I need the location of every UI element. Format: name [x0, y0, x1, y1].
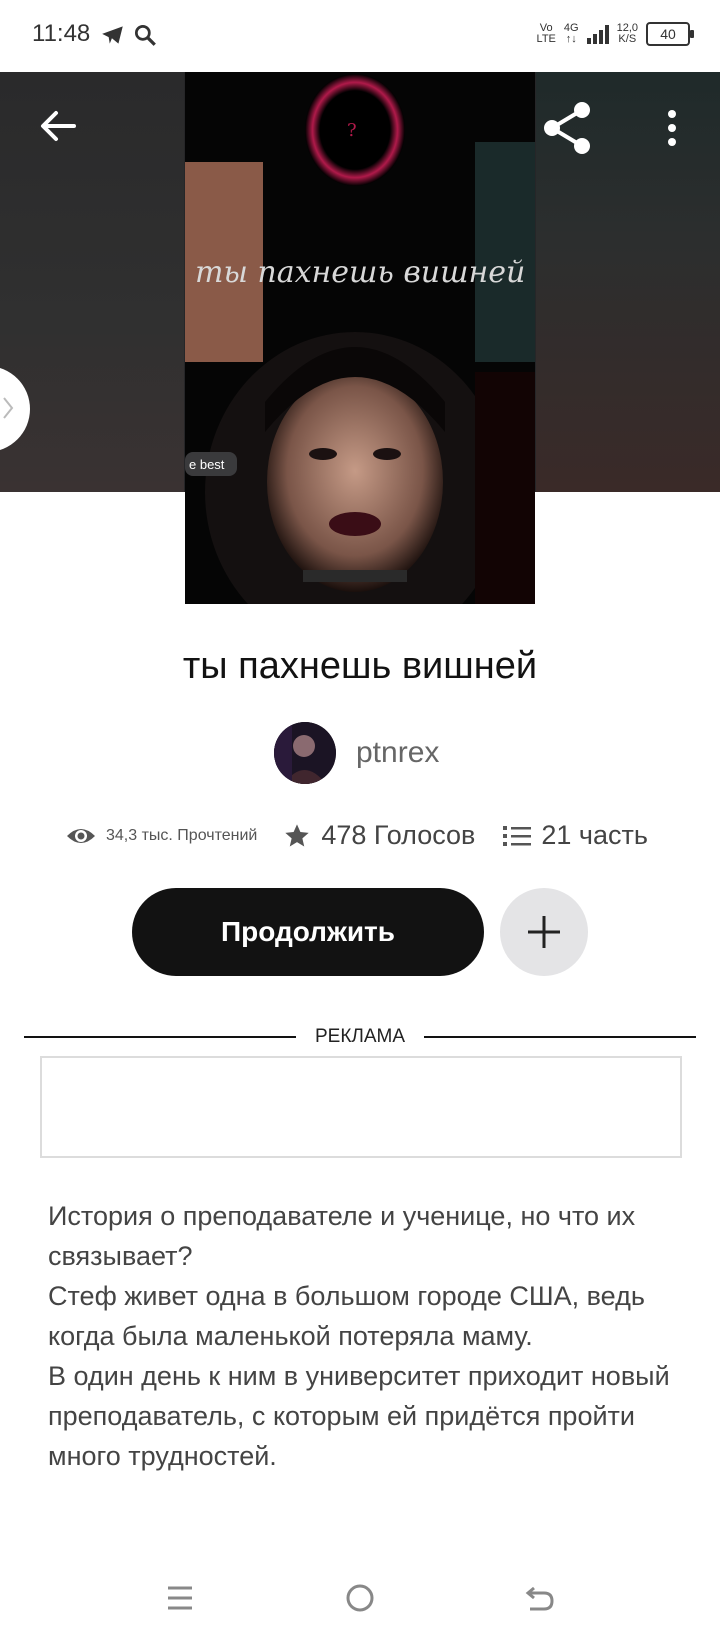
- home-circle-icon: [346, 1584, 374, 1612]
- telegram-icon: [102, 26, 123, 44]
- author-avatar[interactable]: [274, 722, 336, 784]
- recent-apps-button[interactable]: [160, 1578, 200, 1618]
- author-link[interactable]: ptnrex: [274, 722, 439, 784]
- back-button[interactable]: [36, 104, 80, 148]
- cover-title-text: ты пахнешь вишней: [195, 255, 525, 290]
- story-description: История о преподавателе и ученице, но чт…: [48, 1196, 688, 1476]
- reads-stat: 34,3 тыс. Прочтений: [66, 825, 257, 847]
- speed-indicator: 12,0 K/S: [617, 23, 638, 45]
- description-paragraph: История о преподавателе и ученице, но чт…: [48, 1201, 636, 1271]
- eye-icon: [67, 828, 95, 843]
- description-paragraph: В один день к ним в университет приходит…: [48, 1361, 670, 1471]
- ad-label: РЕКЛАМА: [314, 1026, 406, 1047]
- votes-count: 478 Голосов: [321, 820, 476, 850]
- system-back-button[interactable]: [520, 1578, 560, 1618]
- avatar-image: [274, 722, 336, 784]
- data-arrows-icon: ↑↓: [565, 33, 577, 45]
- more-options-button[interactable]: [656, 104, 688, 152]
- cover-art: ? ты пахнешь вишней e best: [185, 72, 535, 604]
- story-title: ты пахнешь вишней: [182, 645, 538, 687]
- menu-icon: [168, 1586, 192, 1610]
- system-navigation-bar: [0, 1560, 720, 1640]
- chevron-right-icon: [3, 397, 14, 419]
- parts-stat: 21 часть: [503, 820, 648, 851]
- votes-stat: 478 Голосов: [283, 820, 475, 851]
- parts-count: 21 часть: [541, 820, 648, 850]
- cover-question-mark: ?: [347, 120, 357, 141]
- search-icon: [134, 24, 156, 46]
- more-vertical-icon: [668, 110, 676, 146]
- plus-icon: [528, 916, 560, 948]
- share-icon: [544, 102, 590, 154]
- status-indicators: Vo LTE 4G ↑↓ 12,0 K/S 40: [537, 22, 694, 46]
- ad-divider-right: [424, 1036, 696, 1038]
- signal-icon: [586, 24, 609, 44]
- arrow-left-icon: [41, 111, 76, 141]
- list-icon: [503, 825, 532, 846]
- volte-bottom: LTE: [536, 33, 556, 45]
- add-to-library-button[interactable]: [500, 888, 588, 976]
- reads-count: 34,3 тыс. Прочтений: [106, 826, 258, 844]
- previous-cover-preview[interactable]: [0, 72, 184, 492]
- volte-indicator: Vo LTE: [537, 23, 556, 45]
- battery-icon: 40: [646, 22, 694, 46]
- back-gesture-icon: [525, 1586, 554, 1611]
- ad-divider-left: [24, 1036, 296, 1038]
- description-paragraph: Стеф живет одна в большом городе США, ве…: [48, 1281, 645, 1351]
- share-button[interactable]: [540, 100, 596, 156]
- status-bar: 11:48 Vo LTE 4G ↑↓ 12,0 K/S 40: [0, 0, 720, 72]
- speed-unit: K/S: [618, 33, 637, 45]
- network-type: 4G ↑↓: [564, 23, 579, 45]
- story-cover: ? ты пахнешь вишней e best: [185, 72, 535, 604]
- continue-reading-button[interactable]: Продолжить: [132, 888, 484, 976]
- author-name[interactable]: ptnrex: [356, 736, 439, 770]
- ad-slot[interactable]: [40, 1056, 682, 1158]
- status-time: 11:48: [32, 20, 91, 47]
- home-button[interactable]: [340, 1578, 380, 1618]
- star-icon: [285, 823, 310, 846]
- story-stats: 34,3 тыс. Прочтений 478 Голосов 21 часть: [66, 820, 648, 851]
- cover-badge-text: e best: [189, 457, 225, 472]
